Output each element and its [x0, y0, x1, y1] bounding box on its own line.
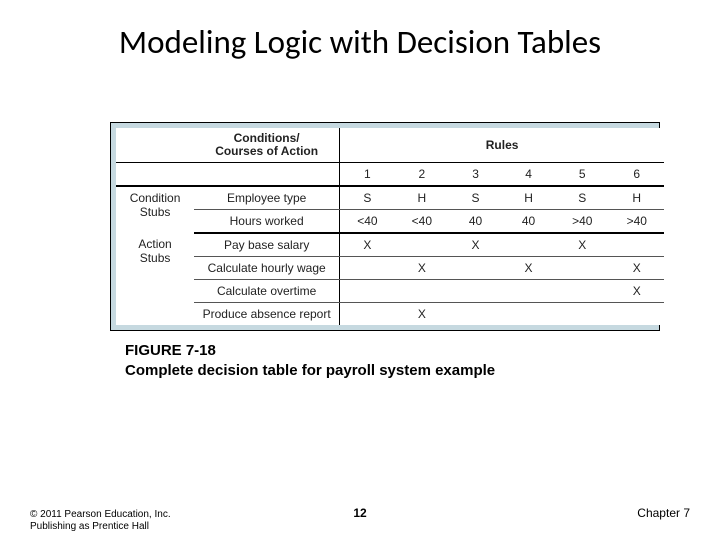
decision-table-figure: Conditions/ Courses of Action Rules 1 2 … [110, 122, 660, 331]
cell [449, 280, 502, 303]
table-header-row: Conditions/ Courses of Action Rules [116, 128, 664, 163]
cell: X [502, 257, 555, 280]
rule-num: 5 [555, 163, 609, 187]
row-label: Employee type [194, 186, 340, 210]
table-row: Hours worked <40 <40 40 40 >40 >40 [116, 210, 664, 234]
conditions-label-1: Conditions/ [234, 131, 300, 145]
row-label: Produce absence report [194, 303, 340, 326]
cell: X [609, 257, 664, 280]
page-number: 12 [353, 506, 366, 520]
cell: X [555, 233, 609, 257]
table-row: Calculate hourly wage X X X [116, 257, 664, 280]
cell [555, 303, 609, 326]
cell [555, 257, 609, 280]
cell: H [395, 186, 449, 210]
cell [340, 257, 395, 280]
rule-num: 6 [609, 163, 664, 187]
condition-stubs-label: Condition Stubs [116, 186, 194, 233]
cell: H [502, 186, 555, 210]
table-row: Action Stubs Pay base salary X X X [116, 233, 664, 257]
rule-numbers-row: 1 2 3 4 5 6 [116, 163, 664, 187]
cell [502, 303, 555, 326]
rule-blank-stub [116, 163, 194, 187]
cell: X [340, 233, 395, 257]
cell: S [340, 186, 395, 210]
figure-caption: FIGURE 7-18 Complete decision table for … [125, 341, 720, 380]
conditions-label-2: Courses of Action [215, 144, 318, 158]
cell [555, 280, 609, 303]
rule-num: 2 [395, 163, 449, 187]
rule-num: 4 [502, 163, 555, 187]
row-label: Calculate hourly wage [194, 257, 340, 280]
row-label: Calculate overtime [194, 280, 340, 303]
rules-header: Rules [340, 128, 664, 163]
slide-title: Modeling Logic with Decision Tables [0, 0, 720, 62]
header-blank [116, 128, 194, 163]
cell [340, 280, 395, 303]
cell [502, 280, 555, 303]
cell [609, 303, 664, 326]
cell: H [609, 186, 664, 210]
chapter-label: Chapter 7 [637, 506, 690, 520]
cell [502, 233, 555, 257]
cell: S [449, 186, 502, 210]
decision-table: Conditions/ Courses of Action Rules 1 2 … [116, 128, 664, 325]
cell [449, 303, 502, 326]
cell: >40 [609, 210, 664, 234]
rule-num: 1 [340, 163, 395, 187]
figure-number: FIGURE 7-18 [125, 342, 216, 359]
cell: S [555, 186, 609, 210]
cell: X [395, 303, 449, 326]
figure-caption-text: Complete decision table for payroll syst… [125, 362, 495, 379]
slide: Modeling Logic with Decision Tables Cond… [0, 0, 720, 540]
row-label: Pay base salary [194, 233, 340, 257]
cell [395, 233, 449, 257]
cell: X [449, 233, 502, 257]
cell: 40 [502, 210, 555, 234]
cell: 40 [449, 210, 502, 234]
cell [449, 257, 502, 280]
table-row: Produce absence report X [116, 303, 664, 326]
rule-num: 3 [449, 163, 502, 187]
action-stubs-label: Action Stubs [116, 233, 194, 325]
cell: <40 [395, 210, 449, 234]
cell [609, 233, 664, 257]
rule-blank-label [194, 163, 340, 187]
cell: <40 [340, 210, 395, 234]
cell [395, 280, 449, 303]
cell [340, 303, 395, 326]
copyright-text: © 2011 Pearson Education, Inc. Publishin… [30, 509, 190, 532]
cell: X [609, 280, 664, 303]
table-row: Calculate overtime X [116, 280, 664, 303]
cell: X [395, 257, 449, 280]
table-row: Condition Stubs Employee type S H S H S … [116, 186, 664, 210]
row-label: Hours worked [194, 210, 340, 234]
conditions-header: Conditions/ Courses of Action [194, 128, 340, 163]
cell: >40 [555, 210, 609, 234]
